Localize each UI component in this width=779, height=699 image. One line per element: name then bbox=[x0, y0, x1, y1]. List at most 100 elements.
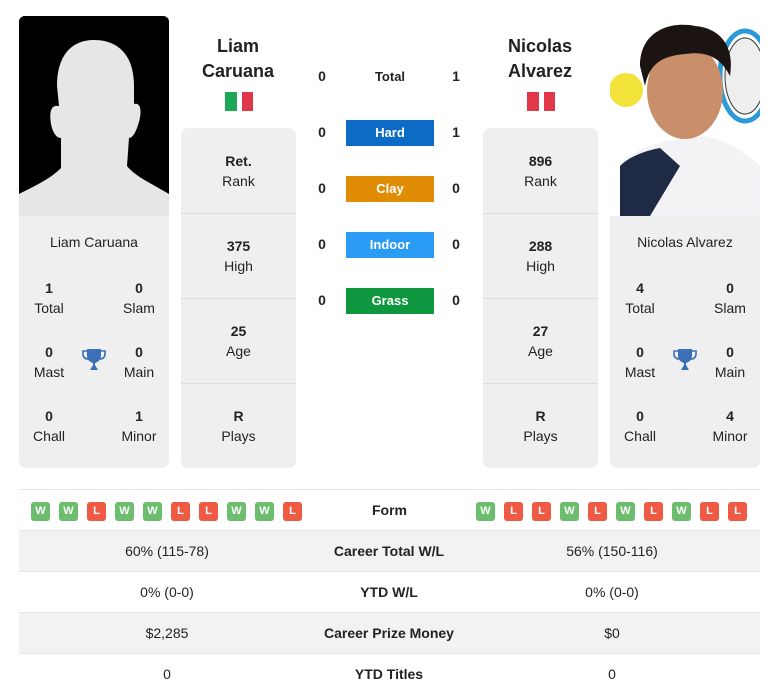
player2-value: 0% (0-0) bbox=[585, 584, 639, 600]
label: Main bbox=[123, 364, 155, 380]
player-portrait-icon bbox=[610, 16, 760, 216]
p1-value: 0 bbox=[318, 68, 326, 84]
player2-slam-titles: 0 Slam bbox=[700, 278, 760, 318]
value: 0 bbox=[726, 344, 734, 360]
h2h-hard-row: 0 Hard 1 bbox=[312, 120, 467, 146]
label: Mast bbox=[33, 364, 65, 380]
player2-plays: R Plays bbox=[483, 383, 598, 468]
form-win-badge[interactable]: W bbox=[115, 502, 134, 521]
player1-age: 25 Age bbox=[181, 298, 296, 384]
label: Mast bbox=[624, 364, 656, 380]
value: 375 bbox=[226, 238, 251, 254]
form-win-badge[interactable]: W bbox=[255, 502, 274, 521]
player1-last-name: Caruana bbox=[201, 61, 275, 81]
label: Chall bbox=[33, 428, 65, 444]
value: 4 bbox=[726, 408, 734, 424]
row-label: Career Total W/L bbox=[333, 543, 445, 559]
value: 0 bbox=[636, 344, 644, 360]
player2-name[interactable]: Nicolas Alvarez bbox=[475, 34, 605, 84]
form-loss-badge[interactable]: L bbox=[504, 502, 523, 521]
label: Total bbox=[34, 300, 64, 316]
form-win-badge[interactable]: W bbox=[59, 502, 78, 521]
form-loss-badge[interactable]: L bbox=[588, 502, 607, 521]
value: Ret. bbox=[225, 153, 252, 169]
form-win-badge[interactable]: W bbox=[672, 502, 691, 521]
p2-value: 1 bbox=[452, 124, 460, 140]
form-loss-badge[interactable]: L bbox=[644, 502, 663, 521]
label: Slam bbox=[714, 300, 746, 316]
trophy-icon bbox=[673, 347, 697, 377]
label: High bbox=[224, 258, 253, 274]
player2-titles-card: Nicolas Alvarez 4 Total 0 Slam 0 Mast 0 … bbox=[610, 216, 760, 468]
player1-rank: Ret. Rank bbox=[181, 128, 296, 214]
surface-badge: Indoor bbox=[346, 232, 434, 258]
player2-photo bbox=[610, 16, 760, 216]
p2-value: 1 bbox=[452, 68, 460, 84]
label: Plays bbox=[221, 428, 256, 444]
player1-titles-card: Liam Caruana 1 Total 0 Slam 0 Mast 0 Mai… bbox=[19, 216, 169, 468]
form-win-badge[interactable]: W bbox=[31, 502, 50, 521]
value: 4 bbox=[636, 280, 644, 296]
form-win-badge[interactable]: W bbox=[560, 502, 579, 521]
label: High bbox=[526, 258, 555, 274]
value: 288 bbox=[528, 238, 553, 254]
label: Age bbox=[528, 343, 553, 359]
player1-value: 0 bbox=[163, 666, 171, 682]
player1-slam-titles: 0 Slam bbox=[109, 278, 169, 318]
surface-badge: Clay bbox=[346, 176, 434, 202]
form-loss-badge[interactable]: L bbox=[700, 502, 719, 521]
player2-last-name: Alvarez bbox=[507, 61, 573, 81]
surface-badge: Grass bbox=[346, 288, 434, 314]
player1-plays: R Plays bbox=[181, 383, 296, 468]
player2-rank: 896 Rank bbox=[483, 128, 598, 214]
player1-first-name: Liam bbox=[216, 36, 259, 56]
italy-flag-icon bbox=[225, 92, 253, 111]
form-win-badge[interactable]: W bbox=[143, 502, 162, 521]
form-row: Form WWLWWLLWWL WLLWLWLWLL bbox=[19, 489, 760, 530]
form-win-badge[interactable]: W bbox=[476, 502, 495, 521]
silhouette-icon bbox=[19, 16, 169, 216]
form-win-badge[interactable]: W bbox=[616, 502, 635, 521]
trophy-icon bbox=[82, 347, 106, 377]
p1-value: 0 bbox=[318, 292, 326, 308]
label: Minor bbox=[121, 428, 157, 444]
row-label: Career Prize Money bbox=[324, 625, 454, 641]
table-row: 60% (115-78) Career Total W/L 56% (150-1… bbox=[19, 530, 760, 572]
table-row: 0% (0-0) YTD W/L 0% (0-0) bbox=[19, 571, 760, 613]
player1-card-name: Liam Caruana bbox=[50, 234, 138, 250]
value: 0 bbox=[636, 408, 644, 424]
row-label: YTD Titles bbox=[354, 666, 424, 682]
player1-photo bbox=[19, 16, 169, 216]
label: Slam bbox=[123, 300, 155, 316]
form-loss-badge[interactable]: L bbox=[199, 502, 218, 521]
form-loss-badge[interactable]: L bbox=[171, 502, 190, 521]
player1-name[interactable]: Liam Caruana bbox=[173, 34, 303, 84]
player2-high: 288 High bbox=[483, 213, 598, 299]
h2h-grass-row: 0 Grass 0 bbox=[312, 288, 467, 314]
value: 1 bbox=[135, 408, 143, 424]
row-label: YTD W/L bbox=[360, 584, 418, 600]
player2-value: $0 bbox=[604, 625, 620, 641]
value: 0 bbox=[45, 408, 53, 424]
form-loss-badge[interactable]: L bbox=[728, 502, 747, 521]
surface-badge: Hard bbox=[346, 120, 434, 146]
player2-stats-column: 896 Rank 288 High 27 Age R Plays bbox=[483, 128, 598, 468]
label: Rank bbox=[222, 173, 255, 189]
p2-value: 0 bbox=[452, 180, 460, 196]
player2-mast-titles: 0 Mast bbox=[610, 342, 670, 382]
value: 0 bbox=[726, 280, 734, 296]
form-loss-badge[interactable]: L bbox=[283, 502, 302, 521]
value: 0 bbox=[135, 280, 143, 296]
player1-chall-titles: 0 Chall bbox=[19, 406, 79, 446]
player2-minor-titles: 4 Minor bbox=[700, 406, 760, 446]
player1-minor-titles: 1 Minor bbox=[109, 406, 169, 446]
h2h-total-row: 0 Total 1 bbox=[312, 64, 467, 90]
value: 0 bbox=[135, 344, 143, 360]
value: 1 bbox=[45, 280, 53, 296]
form-loss-badge[interactable]: L bbox=[87, 502, 106, 521]
p2-value: 0 bbox=[452, 236, 460, 252]
form-loss-badge[interactable]: L bbox=[532, 502, 551, 521]
value: 896 bbox=[528, 153, 553, 169]
player2-age: 27 Age bbox=[483, 298, 598, 384]
form-win-badge[interactable]: W bbox=[227, 502, 246, 521]
